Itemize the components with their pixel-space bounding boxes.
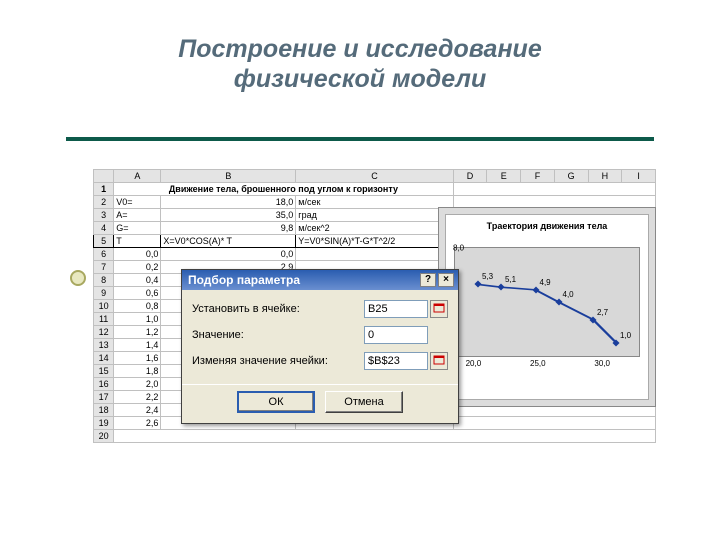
title-line-1: Построение и исследование: [178, 35, 541, 63]
cell-t[interactable]: 2,6: [114, 417, 161, 430]
row-head[interactable]: 17: [94, 391, 114, 404]
cell-t[interactable]: 1,6: [114, 352, 161, 365]
row-head[interactable]: 7: [94, 261, 114, 274]
ref-picker-button[interactable]: [430, 352, 448, 370]
value-label: Значение:: [192, 329, 364, 341]
row-head[interactable]: 20: [94, 430, 114, 443]
row-head[interactable]: 11: [94, 313, 114, 326]
row-head[interactable]: 1: [94, 183, 114, 196]
col-B[interactable]: B: [161, 170, 296, 183]
row-head[interactable]: 5: [94, 235, 114, 248]
cell-t[interactable]: 1,0: [114, 313, 161, 326]
row-head[interactable]: 15: [94, 365, 114, 378]
chart-point-label: 2,7: [597, 308, 608, 317]
param-unit[interactable]: град: [296, 209, 453, 222]
formula-y[interactable]: Y=V0*SIN(A)*T-G*T^2/2: [296, 235, 453, 248]
dialog-titlebar[interactable]: Подбор параметра ? ×: [182, 270, 458, 290]
param-label[interactable]: G=: [114, 222, 161, 235]
help-button[interactable]: ?: [420, 273, 436, 287]
chart-trajectory[interactable]: Траектория движения тела 8,0 20,0 25,0 3…: [438, 207, 656, 407]
table-row: 1 Движение тела, брошенного под углом к …: [94, 183, 656, 196]
changing-cell-label: Изменяя значение ячейки:: [192, 355, 364, 367]
cell-t[interactable]: 2,2: [114, 391, 161, 404]
bullet-dot: [70, 270, 86, 286]
value-input[interactable]: [364, 326, 428, 344]
cell-t[interactable]: 0,8: [114, 300, 161, 313]
chart-xtick: 25,0: [530, 359, 546, 368]
cell-t[interactable]: 2,0: [114, 378, 161, 391]
col-E[interactable]: E: [487, 170, 521, 183]
set-cell-label: Установить в ячейке:: [192, 303, 364, 315]
set-cell-input[interactable]: [364, 300, 428, 318]
row-head[interactable]: 4: [94, 222, 114, 235]
goal-seek-dialog: Подбор параметра ? × Установить в ячейке…: [181, 269, 459, 424]
cancel-button[interactable]: Отмена: [325, 391, 403, 413]
cell-t[interactable]: 0,0: [114, 248, 161, 261]
row-head[interactable]: 2: [94, 196, 114, 209]
col-F[interactable]: F: [521, 170, 555, 183]
formula-t[interactable]: T: [114, 235, 161, 248]
collapse-dialog-icon: [433, 303, 445, 315]
cell-t[interactable]: 0,6: [114, 287, 161, 300]
slide-title: Построение и исследование физической мод…: [0, 0, 720, 94]
row-head[interactable]: 12: [94, 326, 114, 339]
dialog-title: Подбор параметра: [188, 273, 300, 287]
chart-xtick: 20,0: [466, 359, 482, 368]
chart-line: [455, 248, 639, 356]
cell-t[interactable]: 0,2: [114, 261, 161, 274]
column-headers: A B C D E F G H I: [94, 170, 656, 183]
title-line-2: физической модели: [234, 65, 487, 93]
cell-t[interactable]: 0,4: [114, 274, 161, 287]
row-head[interactable]: 8: [94, 274, 114, 287]
param-value[interactable]: 9,8: [161, 222, 296, 235]
col-C[interactable]: C: [296, 170, 453, 183]
chart-plot-area: 8,0 20,0 25,0 30,0 5,35,14,94,02,71,0: [454, 247, 640, 357]
row-head[interactable]: 18: [94, 404, 114, 417]
sheet-title[interactable]: Движение тела, брошенного под углом к го…: [114, 183, 453, 196]
table-row: 20: [94, 430, 656, 443]
chart-point-label: 1,0: [620, 331, 631, 340]
formula-x[interactable]: X=V0*COS(A)* T: [161, 235, 296, 248]
param-unit[interactable]: м/сек^2: [296, 222, 453, 235]
col-I[interactable]: I: [622, 170, 656, 183]
close-button[interactable]: ×: [438, 273, 454, 287]
row-head[interactable]: 3: [94, 209, 114, 222]
row-head[interactable]: 19: [94, 417, 114, 430]
chart-point-label: 5,3: [482, 272, 493, 281]
cell-t[interactable]: 1,8: [114, 365, 161, 378]
col-A[interactable]: A: [114, 170, 161, 183]
chart-point-label: 5,1: [505, 275, 516, 284]
param-label[interactable]: A=: [114, 209, 161, 222]
row-head[interactable]: 16: [94, 378, 114, 391]
row-head[interactable]: 10: [94, 300, 114, 313]
row-head[interactable]: 9: [94, 287, 114, 300]
col-D[interactable]: D: [453, 170, 487, 183]
row-head[interactable]: 13: [94, 339, 114, 352]
chart-xtick: 30,0: [594, 359, 610, 368]
title-underline: [66, 137, 654, 141]
cell-t[interactable]: 2,4: [114, 404, 161, 417]
chart-title: Траектория движения тела: [446, 215, 648, 237]
screenshot-region: A B C D E F G H I 1 Движение тела, броше…: [93, 169, 656, 469]
row-head[interactable]: 6: [94, 248, 114, 261]
cell-t[interactable]: 1,2: [114, 326, 161, 339]
cell-t[interactable]: 1,4: [114, 339, 161, 352]
row-head[interactable]: 14: [94, 352, 114, 365]
corner-cell[interactable]: [94, 170, 114, 183]
param-value[interactable]: 18,0: [161, 196, 296, 209]
ref-picker-button[interactable]: [430, 300, 448, 318]
ok-button[interactable]: ОК: [237, 391, 315, 413]
param-value[interactable]: 35,0: [161, 209, 296, 222]
cell-y[interactable]: 0,0: [296, 248, 453, 261]
col-H[interactable]: H: [588, 170, 622, 183]
param-unit[interactable]: м/сек: [296, 196, 453, 209]
cell-x[interactable]: 0,0: [161, 248, 296, 261]
chart-point-label: 4,0: [563, 290, 574, 299]
col-G[interactable]: G: [554, 170, 588, 183]
collapse-dialog-icon: [433, 355, 445, 367]
chart-point-label: 4,9: [540, 278, 551, 287]
param-label[interactable]: V0=: [114, 196, 161, 209]
changing-cell-input[interactable]: [364, 352, 428, 370]
